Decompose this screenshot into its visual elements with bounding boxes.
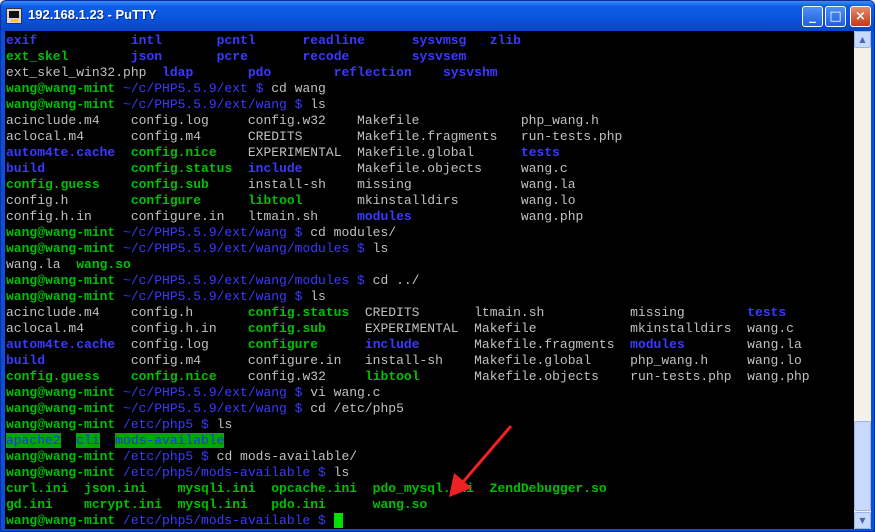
annotation-arrow-shaft xyxy=(461,425,513,483)
putty-window: 192.168.1.23 - PuTTY _ □ × exif intl pcn… xyxy=(0,0,875,532)
annotation-arrow xyxy=(449,425,513,497)
